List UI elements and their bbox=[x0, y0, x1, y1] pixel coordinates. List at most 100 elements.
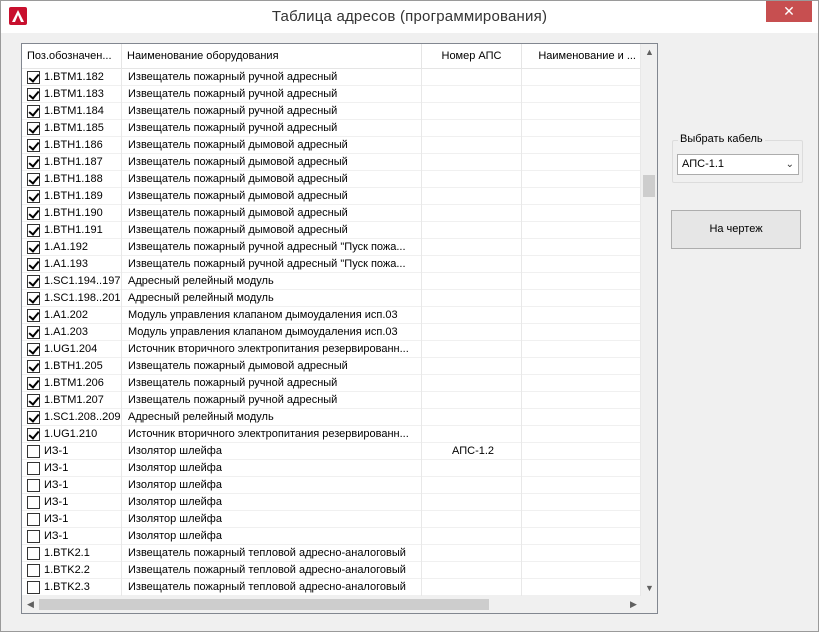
description-cell[interactable] bbox=[522, 256, 642, 273]
aps-number-cell[interactable] bbox=[422, 290, 522, 307]
equipment-name-cell[interactable]: Изолятор шлейфа bbox=[122, 494, 422, 511]
equipment-name-cell[interactable]: Изолятор шлейфа bbox=[122, 511, 422, 528]
aps-number-cell[interactable] bbox=[422, 154, 522, 171]
table-row[interactable]: 1.BTH1.191 Извещатель пожарный дымовой ад… bbox=[22, 222, 642, 239]
table-row[interactable]: 1.A1.193 Извещатель пожарный ручной адрес… bbox=[22, 256, 642, 273]
table-row[interactable]: 1.BTM1.185 Извещатель пожарный ручной адр… bbox=[22, 120, 642, 137]
row-checkbox[interactable] bbox=[27, 224, 40, 237]
table-row[interactable]: 1.BTM1.184 Извещатель пожарный ручной адр… bbox=[22, 103, 642, 120]
table-row[interactable]: 1.BTK2.2 Извещатель пожарный тепловой адр… bbox=[22, 562, 642, 579]
aps-number-cell[interactable] bbox=[422, 69, 522, 86]
equipment-name-cell[interactable]: Адресный релейный модуль bbox=[122, 273, 422, 290]
row-checkbox[interactable] bbox=[27, 292, 40, 305]
table-row[interactable]: 1.A1.202 Модуль управления клапаном дымоу… bbox=[22, 307, 642, 324]
table-row[interactable]: 1.BTM1.207 Извещатель пожарный ручной адр… bbox=[22, 392, 642, 409]
table-row[interactable]: 1.BTK2.3 Извещатель пожарный тепловой адр… bbox=[22, 579, 642, 596]
aps-number-cell[interactable] bbox=[422, 375, 522, 392]
aps-number-cell[interactable] bbox=[422, 307, 522, 324]
aps-number-cell[interactable] bbox=[422, 103, 522, 120]
description-cell[interactable] bbox=[522, 494, 642, 511]
description-cell[interactable] bbox=[522, 392, 642, 409]
table-row[interactable]: 1.BTH1.187 Извещатель пожарный дымовой ад… bbox=[22, 154, 642, 171]
equipment-name-cell[interactable]: Извещатель пожарный ручной адресный bbox=[122, 375, 422, 392]
description-cell[interactable] bbox=[522, 511, 642, 528]
aps-number-cell[interactable] bbox=[422, 494, 522, 511]
row-checkbox[interactable] bbox=[27, 513, 40, 526]
row-checkbox[interactable] bbox=[27, 564, 40, 577]
equipment-name-cell[interactable]: Изолятор шлейфа bbox=[122, 528, 422, 545]
row-checkbox[interactable] bbox=[27, 241, 40, 254]
equipment-name-cell[interactable]: Изолятор шлейфа bbox=[122, 460, 422, 477]
aps-number-cell[interactable] bbox=[422, 205, 522, 222]
table-row[interactable]: ИЗ-1 Изолятор шлейфа bbox=[22, 460, 642, 477]
aps-number-cell[interactable] bbox=[422, 256, 522, 273]
equipment-name-cell[interactable]: Извещатель пожарный ручной адресный bbox=[122, 69, 422, 86]
row-checkbox[interactable] bbox=[27, 411, 40, 424]
row-checkbox[interactable] bbox=[27, 309, 40, 322]
table-row[interactable]: 1.BTM1.183 Извещатель пожарный ручной адр… bbox=[22, 86, 642, 103]
table-row[interactable]: ИЗ-1 Изолятор шлейфа bbox=[22, 528, 642, 545]
description-cell[interactable] bbox=[522, 375, 642, 392]
aps-number-cell[interactable] bbox=[422, 358, 522, 375]
equipment-name-cell[interactable]: Источник вторичного электропитания резер… bbox=[122, 426, 422, 443]
equipment-name-cell[interactable]: Адресный релейный модуль bbox=[122, 290, 422, 307]
row-checkbox[interactable] bbox=[27, 105, 40, 118]
table-row[interactable]: 1.BTH1.205 Извещатель пожарный дымовой ад… bbox=[22, 358, 642, 375]
close-button[interactable]: ✕ bbox=[766, 1, 812, 22]
row-checkbox[interactable] bbox=[27, 445, 40, 458]
equipment-name-cell[interactable]: Извещатель пожарный ручной адресный "Пус… bbox=[122, 256, 422, 273]
table-row[interactable]: ИЗ-1 Изолятор шлейфа bbox=[22, 511, 642, 528]
to-drawing-button[interactable]: На чертеж bbox=[671, 210, 801, 249]
aps-number-cell[interactable] bbox=[422, 273, 522, 290]
aps-number-cell[interactable] bbox=[422, 137, 522, 154]
row-checkbox[interactable] bbox=[27, 360, 40, 373]
description-cell[interactable] bbox=[522, 358, 642, 375]
chevron-down-icon[interactable]: ⌄ bbox=[786, 155, 794, 174]
equipment-name-cell[interactable]: Извещатель пожарный ручной адресный bbox=[122, 86, 422, 103]
equipment-name-cell[interactable]: Извещатель пожарный дымовой адресный bbox=[122, 205, 422, 222]
equipment-name-cell[interactable]: Модуль управления клапаном дымоудаления … bbox=[122, 307, 422, 324]
equipment-name-cell[interactable]: Адресный релейный модуль bbox=[122, 409, 422, 426]
vertical-scrollbar[interactable]: ▲ ▼ bbox=[640, 44, 657, 597]
aps-number-cell[interactable] bbox=[422, 511, 522, 528]
aps-number-cell[interactable] bbox=[422, 120, 522, 137]
aps-number-cell[interactable] bbox=[422, 426, 522, 443]
equipment-name-cell[interactable]: Извещатель пожарный ручной адресный "Пус… bbox=[122, 239, 422, 256]
table-row[interactable]: 1.BTK2.1 Извещатель пожарный тепловой адр… bbox=[22, 545, 642, 562]
description-cell[interactable] bbox=[522, 409, 642, 426]
vertical-scroll-thumb[interactable] bbox=[643, 175, 655, 197]
description-cell[interactable] bbox=[522, 579, 642, 596]
table-row[interactable]: 1.BTH1.186 Извещатель пожарный дымовой ад… bbox=[22, 137, 642, 154]
description-cell[interactable] bbox=[522, 103, 642, 120]
description-cell[interactable] bbox=[522, 443, 642, 460]
description-cell[interactable] bbox=[522, 545, 642, 562]
aps-number-cell[interactable] bbox=[422, 579, 522, 596]
aps-number-cell[interactable] bbox=[422, 460, 522, 477]
row-checkbox[interactable] bbox=[27, 462, 40, 475]
row-checkbox[interactable] bbox=[27, 71, 40, 84]
row-checkbox[interactable] bbox=[27, 88, 40, 101]
table-row[interactable]: 1.BTM1.182 Извещатель пожарный ручной адр… bbox=[22, 69, 642, 86]
column-header-position[interactable]: Поз.обозначен... bbox=[22, 44, 122, 69]
column-header-equipment-name[interactable]: Наименование оборудования bbox=[122, 44, 422, 69]
equipment-name-cell[interactable]: Извещатель пожарный ручной адресный bbox=[122, 120, 422, 137]
aps-number-cell[interactable] bbox=[422, 392, 522, 409]
description-cell[interactable] bbox=[522, 562, 642, 579]
equipment-name-cell[interactable]: Извещатель пожарный ручной адресный bbox=[122, 103, 422, 120]
row-checkbox[interactable] bbox=[27, 394, 40, 407]
description-cell[interactable] bbox=[522, 273, 642, 290]
aps-number-cell[interactable] bbox=[422, 188, 522, 205]
row-checkbox[interactable] bbox=[27, 275, 40, 288]
table-row[interactable]: 1.SC1.198..201 Адресный релейный модуль bbox=[22, 290, 642, 307]
table-row[interactable]: 1.BTH1.189 Извещатель пожарный дымовой ад… bbox=[22, 188, 642, 205]
description-cell[interactable] bbox=[522, 307, 642, 324]
description-cell[interactable] bbox=[522, 477, 642, 494]
scroll-up-arrow-icon[interactable]: ▲ bbox=[641, 44, 657, 61]
row-checkbox[interactable] bbox=[27, 343, 40, 356]
description-cell[interactable] bbox=[522, 324, 642, 341]
table-row[interactable]: 1.A1.192 Извещатель пожарный ручной адрес… bbox=[22, 239, 642, 256]
equipment-name-cell[interactable]: Извещатель пожарный дымовой адресный bbox=[122, 358, 422, 375]
aps-number-cell[interactable] bbox=[422, 528, 522, 545]
row-checkbox[interactable] bbox=[27, 496, 40, 509]
description-cell[interactable] bbox=[522, 290, 642, 307]
